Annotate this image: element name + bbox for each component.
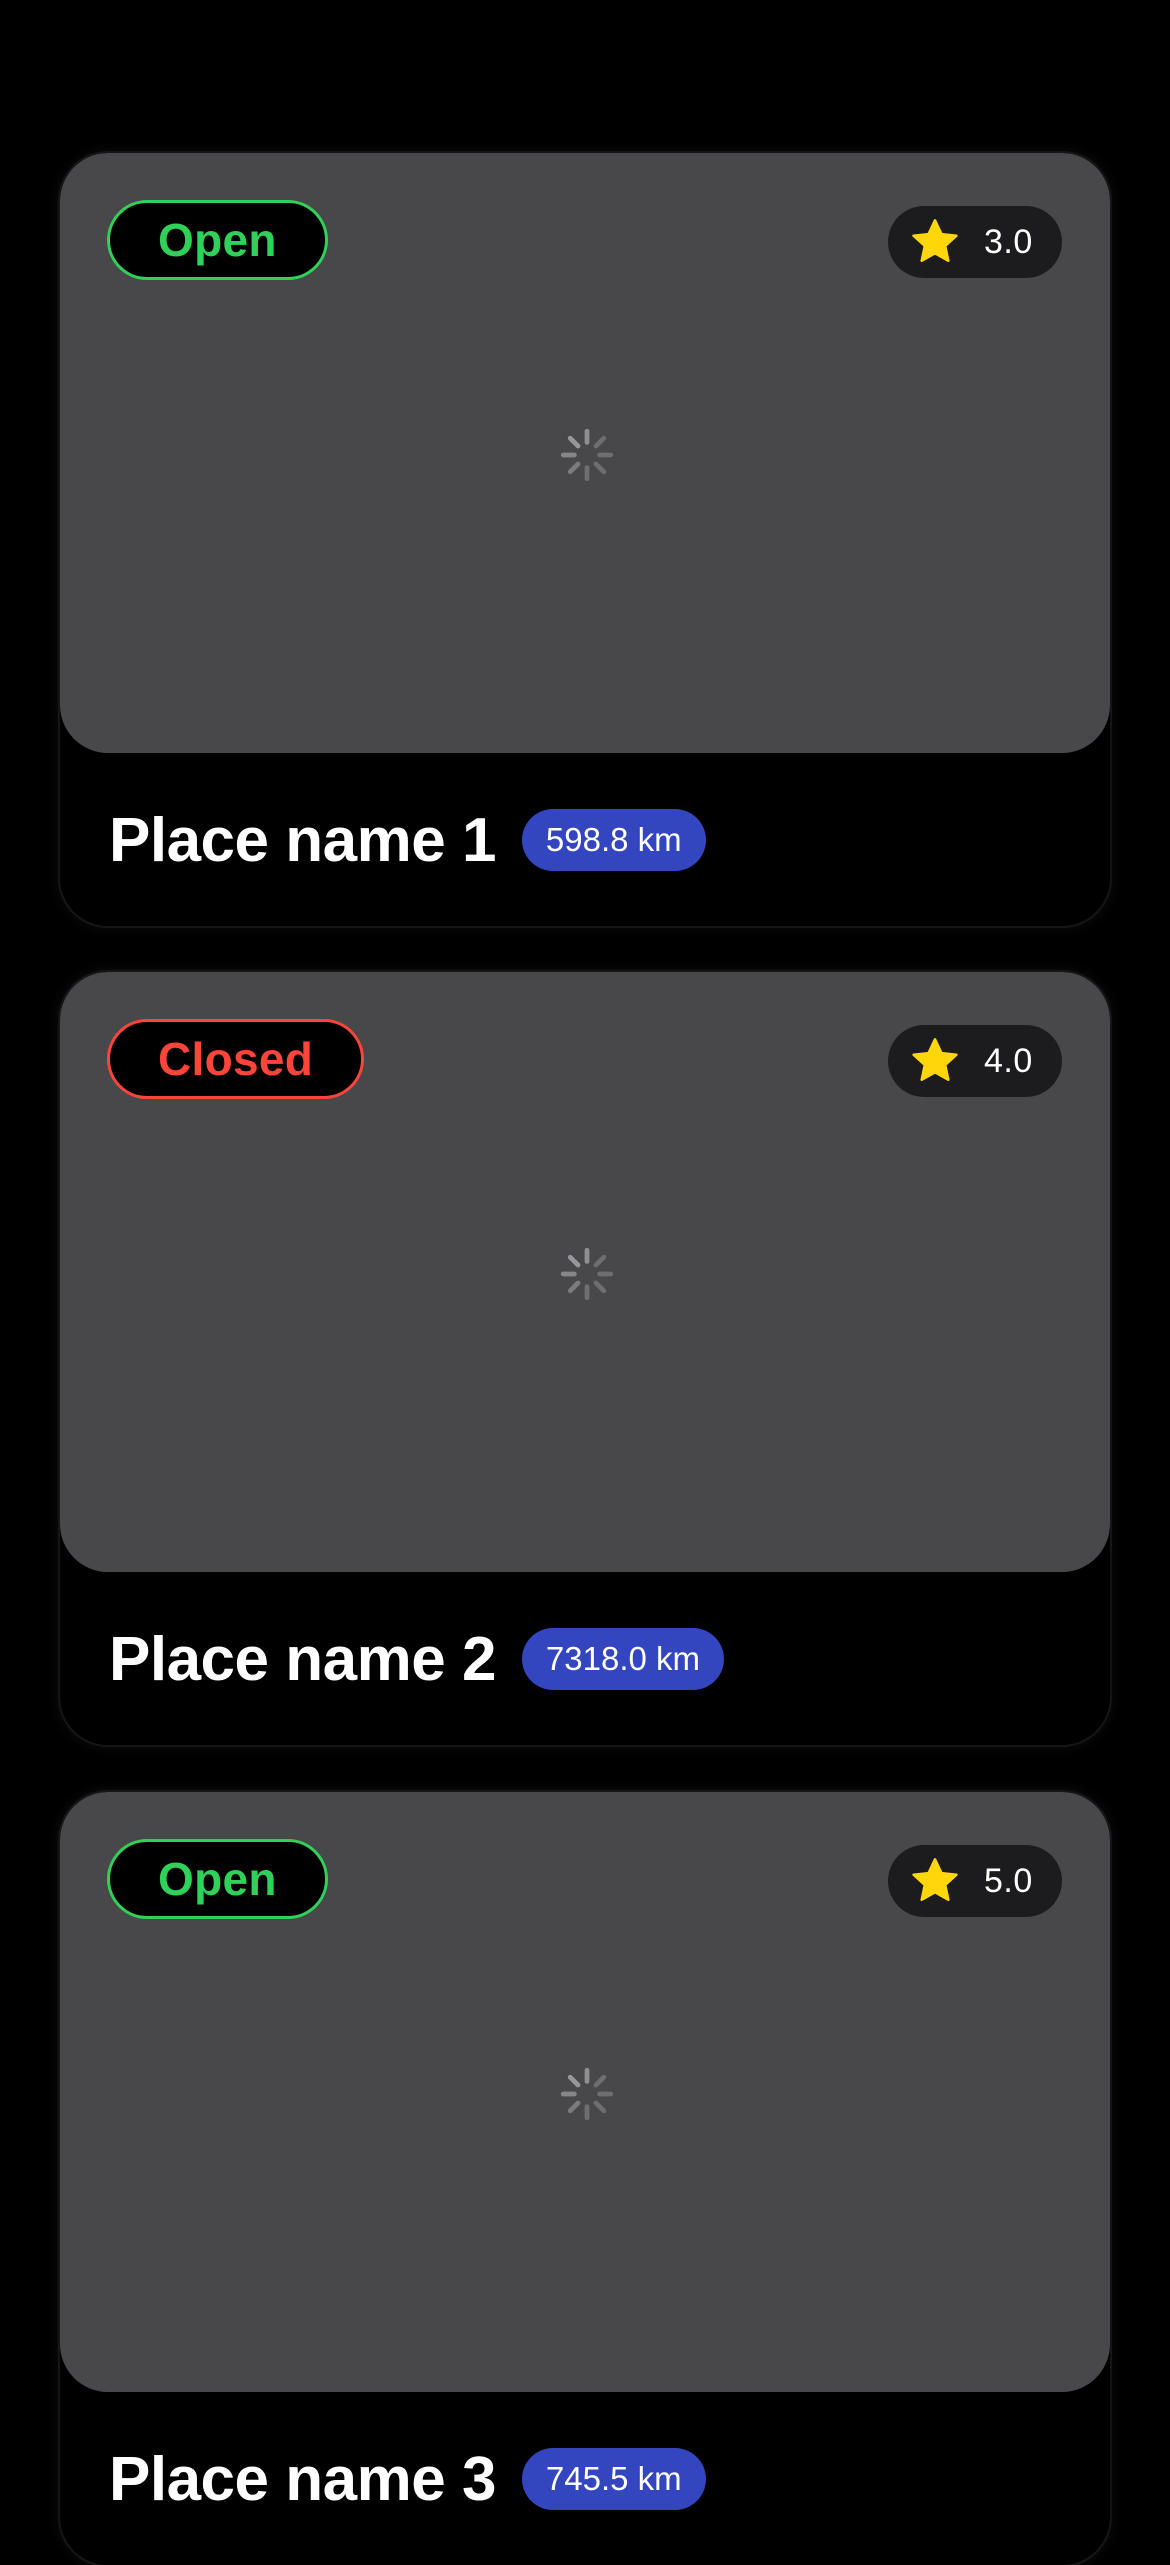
place-image-placeholder: Closed 4.0 (60, 972, 1110, 1572)
place-image-placeholder: Open 5.0 (60, 1792, 1110, 2392)
rating-value: 3.0 (984, 222, 1033, 261)
rating-value: 5.0 (984, 1861, 1033, 1900)
place-name: Place name 1 (109, 805, 496, 875)
rating-value: 4.0 (984, 1041, 1033, 1080)
star-icon (912, 1858, 958, 1901)
status-badge: Closed (107, 1019, 365, 1099)
distance-badge: 745.5 km (521, 2448, 706, 2510)
place-card[interactable]: Open 5.0 Place name 3 745.5 km (60, 1792, 1110, 2565)
distance-badge: 598.8 km (521, 809, 706, 871)
rating-pill: 4.0 (888, 1025, 1062, 1097)
star-icon (912, 1038, 958, 1081)
place-image-placeholder: Open 3.0 (60, 153, 1110, 753)
loading-spinner-icon (560, 2067, 614, 2121)
card-footer: Place name 2 7318.0 km (109, 1572, 725, 1745)
loading-spinner-icon (560, 1247, 614, 1301)
status-badge: Open (107, 200, 328, 280)
card-footer: Place name 1 598.8 km (109, 753, 706, 926)
rating-pill: 3.0 (888, 206, 1062, 278)
place-name: Place name 3 (109, 2444, 496, 2514)
star-icon (912, 219, 958, 262)
rating-pill: 5.0 (888, 1845, 1062, 1917)
status-badge: Open (107, 1839, 328, 1919)
place-card[interactable]: Open 3.0 Place name 1 598.8 km (60, 153, 1110, 926)
distance-badge: 7318.0 km (521, 1628, 725, 1690)
place-card[interactable]: Closed 4.0 Place name 2 7318.0 km (60, 972, 1110, 1745)
place-name: Place name 2 (109, 1624, 496, 1694)
card-footer: Place name 3 745.5 km (109, 2392, 706, 2565)
loading-spinner-icon (560, 428, 614, 482)
